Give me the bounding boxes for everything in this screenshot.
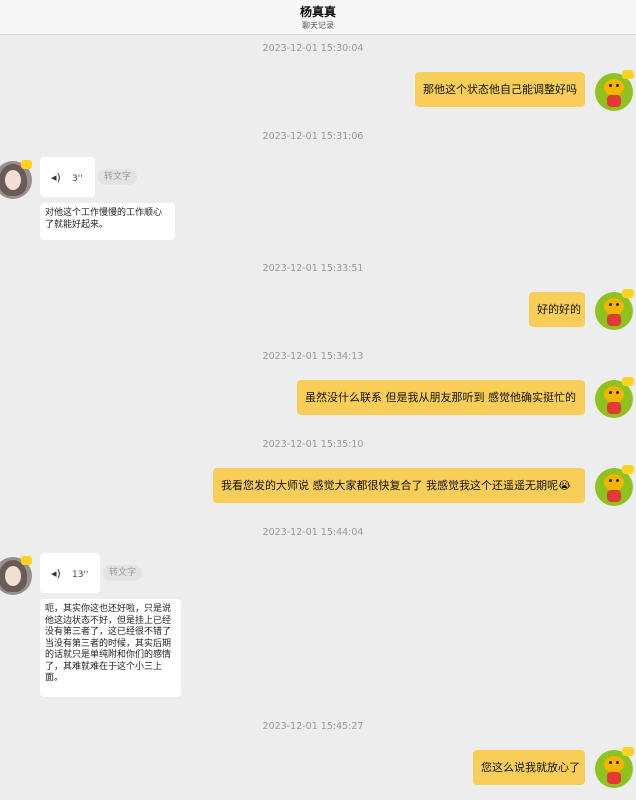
timestamp: 2023-12-01 15:33:51	[262, 263, 364, 274]
convert-to-text-button[interactable]: 转文字	[103, 565, 143, 581]
self-avatar[interactable]	[595, 747, 634, 788]
voice-duration: 3''	[72, 174, 83, 184]
voice-transcript: 呃，其实你这也还好啦，只是说他这边状态不好，但是挂上已经没有第三者了，这已经很不…	[40, 599, 181, 697]
voice-wave-icon: ◂)	[51, 567, 61, 580]
timestamp: 2023-12-01 15:30:04	[262, 43, 364, 54]
timestamp: 2023-12-01 15:44:04	[262, 527, 364, 538]
self-avatar[interactable]	[595, 377, 634, 418]
contact-avatar[interactable]	[0, 556, 32, 595]
page-subtitle: 聊天记录	[302, 21, 334, 30]
timestamp: 2023-12-01 15:31:06	[262, 131, 364, 142]
timestamp: 2023-12-01 15:34:13	[262, 351, 364, 362]
message-bubble-self[interactable]: 我看您发的大师说 感觉大家都很快复合了 我感觉我这个还遥遥无期呢😭	[213, 468, 585, 503]
header: ‹ 杨真真 聊天记录	[0, 0, 636, 35]
voice-message[interactable]: ◂) 13''	[40, 553, 100, 593]
timestamp: 2023-12-01 15:35:10	[262, 439, 364, 450]
message-bubble-self[interactable]: 那他这个状态他自己能调整好吗	[415, 72, 585, 107]
contact-avatar[interactable]	[0, 160, 32, 199]
message-bubble-self[interactable]: 好的好的	[529, 292, 585, 327]
voice-transcript: 对他这个工作慢慢的工作顺心了就能好起来。	[40, 203, 175, 240]
message-bubble-self[interactable]: 您这么说我就放心了	[473, 750, 585, 785]
voice-duration: 13''	[72, 570, 89, 580]
self-avatar[interactable]	[595, 289, 634, 330]
convert-to-text-button[interactable]: 转文字	[98, 169, 138, 185]
self-avatar[interactable]	[595, 70, 634, 111]
self-avatar[interactable]	[595, 465, 634, 506]
voice-wave-icon: ◂)	[51, 171, 61, 184]
timestamp: 2023-12-01 15:45:27	[262, 721, 364, 732]
voice-message[interactable]: ◂) 3''	[40, 157, 95, 197]
message-bubble-self[interactable]: 虽然没什么联系 但是我从朋友那听到 感觉他确实挺忙的	[297, 380, 585, 415]
page-title: 杨真真	[299, 5, 336, 19]
